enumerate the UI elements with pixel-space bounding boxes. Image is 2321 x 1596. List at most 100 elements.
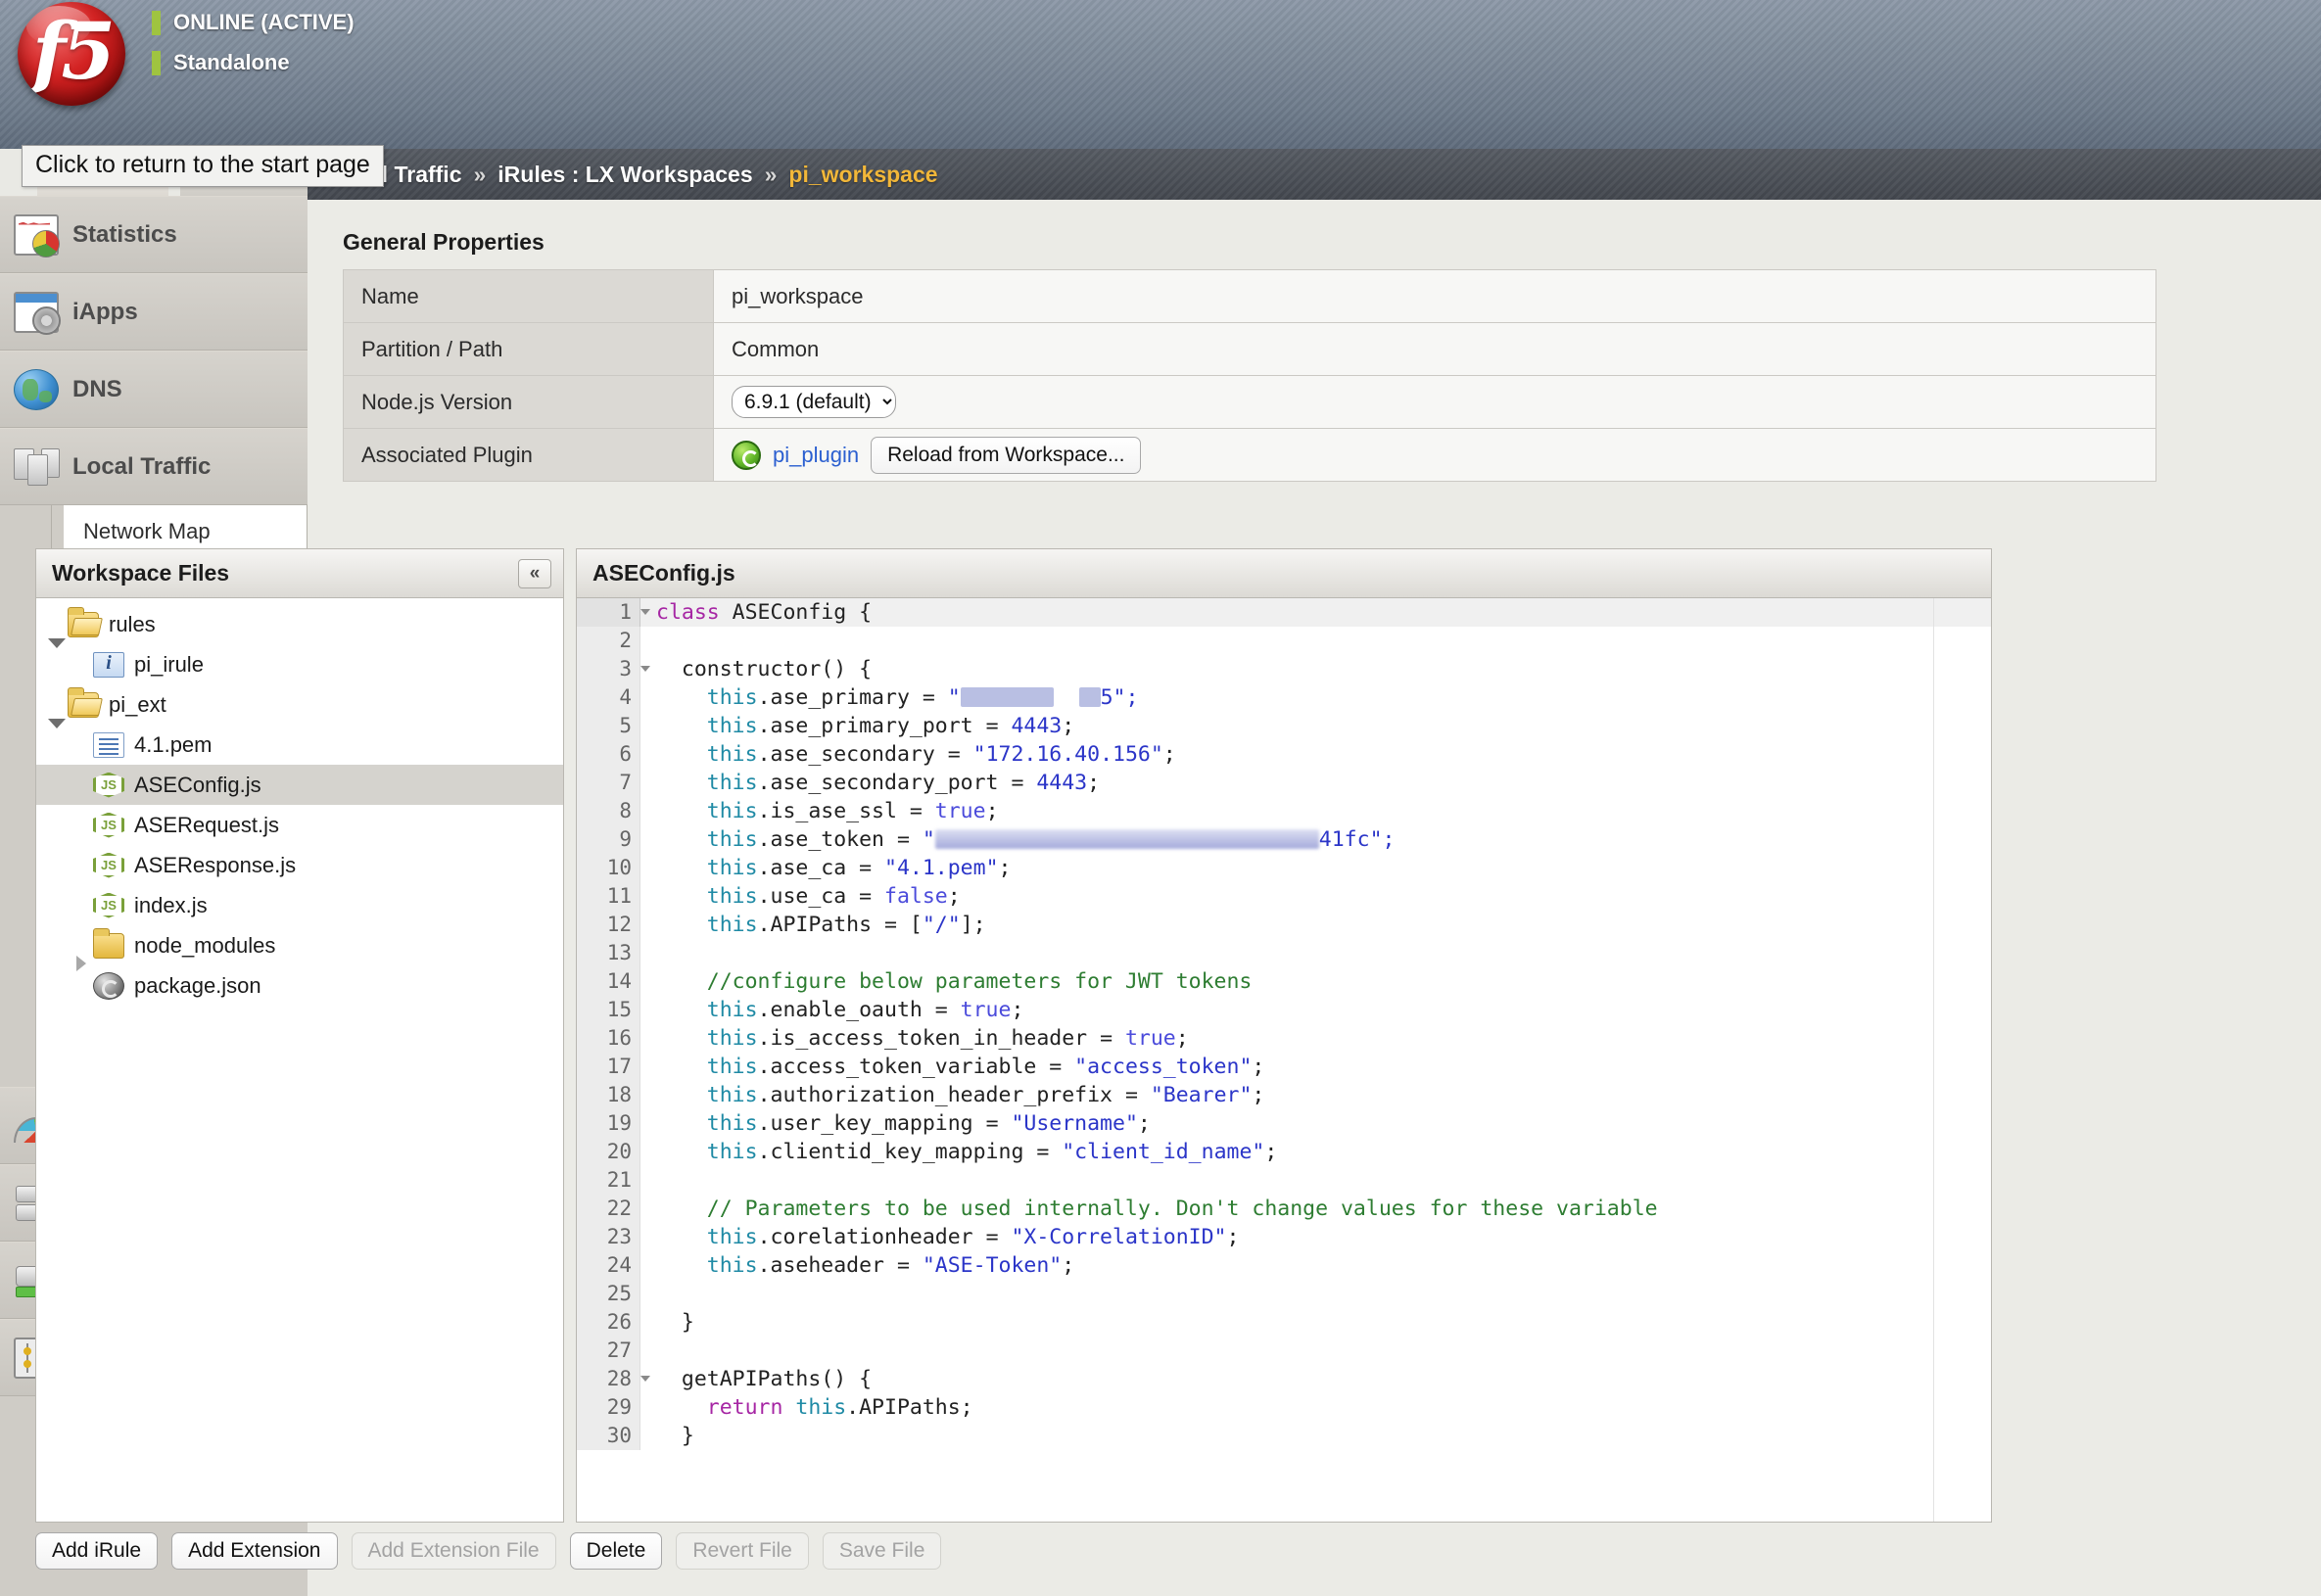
code-token: "172.16.40.156" <box>973 742 1163 767</box>
code-token: this <box>707 1055 758 1079</box>
code-token <box>656 827 707 852</box>
code-token: ; <box>1264 1140 1277 1164</box>
code-line-text: constructor() { <box>639 655 872 683</box>
code-token: this <box>795 1395 846 1420</box>
code-token <box>656 1395 707 1420</box>
code-token: .clientid_key_mapping <box>758 1140 1037 1164</box>
js-file-icon <box>93 813 124 838</box>
code-token: ; <box>986 799 999 823</box>
line-number: 3 <box>577 655 639 683</box>
code-token: " <box>948 685 961 710</box>
code-line: 17 this.access_token_variable = "access_… <box>577 1053 1991 1081</box>
node-package-icon <box>93 972 124 1000</box>
code-line: 14 //configure below parameters for JWT … <box>577 967 1991 996</box>
code-line: 2 <box>577 627 1991 655</box>
code-token <box>656 913 707 937</box>
add-irule-button[interactable]: Add iRule <box>35 1532 158 1570</box>
code-token: "client_id_name" <box>1062 1140 1264 1164</box>
tree-node[interactable]: pi_ext <box>36 684 563 725</box>
delete-button[interactable]: Delete <box>570 1532 663 1570</box>
line-number: 20 <box>577 1138 639 1166</box>
file-tree: rules pi_irule pi_ext4.1.pem ASEConfig.js AS… <box>36 598 563 1522</box>
code-line-text: } <box>639 1422 694 1450</box>
line-number: 25 <box>577 1280 639 1308</box>
tree-node-label: pi_irule <box>134 652 204 678</box>
tree-node-label: ASEConfig.js <box>134 773 261 798</box>
reload-from-workspace-button[interactable]: Reload from Workspace... <box>871 437 1141 474</box>
line-number: 27 <box>577 1337 639 1365</box>
add-extension-button[interactable]: Add Extension <box>171 1532 337 1570</box>
code-token: .ase_primary_port <box>758 714 986 738</box>
plugin-link[interactable]: pi_plugin <box>773 443 859 468</box>
code-line: 8 this.is_ase_ssl = true; <box>577 797 1991 825</box>
tree-node[interactable]: ASEResponse.js <box>36 845 563 885</box>
code-token: .enable_oauth <box>758 998 935 1022</box>
tree-node[interactable]: rules <box>36 604 563 644</box>
code-token: this <box>707 998 758 1022</box>
tree-node[interactable]: ASEConfig.js <box>36 765 563 805</box>
tree-node[interactable]: 4.1.pem <box>36 725 563 765</box>
nodejs-version-select[interactable]: 6.9.1 (default) <box>732 386 896 418</box>
sidebar-item-statistics[interactable]: Statistics <box>0 196 308 273</box>
breadcrumb-part2[interactable]: iRules : LX Workspaces <box>497 162 752 188</box>
tree-node-label: ASEResponse.js <box>134 853 296 878</box>
code-fold-icon[interactable] <box>640 666 650 672</box>
code-token: " <box>923 827 935 852</box>
code-line: 20 this.clientid_key_mapping = "client_i… <box>577 1138 1991 1166</box>
line-number: 7 <box>577 769 639 797</box>
action-button-bar: Add iRuleAdd ExtensionAdd Extension File… <box>35 1532 941 1570</box>
code-token: ; <box>1227 1225 1240 1249</box>
editor-filename: ASEConfig.js <box>592 560 735 587</box>
code-token <box>656 1225 707 1249</box>
code-token: this <box>707 742 758 767</box>
tree-node[interactable]: pi_irule <box>36 644 563 684</box>
pem-file-icon <box>93 732 124 758</box>
editor-header: ASEConfig.js <box>577 549 1991 598</box>
code-token: return <box>707 1395 796 1420</box>
collapse-panel-icon[interactable]: « <box>518 559 551 588</box>
code-line-text: } <box>639 1308 694 1337</box>
code-token: this <box>707 856 758 880</box>
sidebar-subitem-label: Network Map <box>83 519 211 543</box>
code-line: 12 this.APIPaths = ["/"]; <box>577 911 1991 939</box>
line-number: 15 <box>577 996 639 1024</box>
sidebar-item-local-traffic[interactable]: Local Traffic <box>0 428 308 505</box>
code-token: .corelationheader <box>758 1225 986 1249</box>
code-line-text: this.ase_secondary = "172.16.40.156"; <box>639 740 1176 769</box>
code-token <box>656 742 707 767</box>
code-token <box>656 1055 707 1079</box>
dns-globe-icon <box>14 369 59 410</box>
code-token <box>656 799 707 823</box>
sidebar-item-iapps[interactable]: iApps <box>0 273 308 351</box>
tree-node-label: node_modules <box>134 933 275 959</box>
code-token: ; <box>1087 771 1100 795</box>
code-fold-icon[interactable] <box>640 609 650 615</box>
code-token: 4443 <box>1011 714 1062 738</box>
code-line: 24 this.aseheader = "ASE-Token"; <box>577 1251 1991 1280</box>
code-line-text <box>639 1166 656 1195</box>
code-token: ; <box>1163 742 1176 767</box>
code-token: "Bearer" <box>1151 1083 1253 1107</box>
tree-node[interactable]: node_modules <box>36 925 563 965</box>
code-line: 16 this.is_access_token_in_header = true… <box>577 1024 1991 1053</box>
code-line-text: this.APIPaths = ["/"]; <box>639 911 986 939</box>
code-line: 1class ASEConfig { <box>577 598 1991 627</box>
code-area[interactable]: 1class ASEConfig {23 constructor() {4 th… <box>577 598 1991 1522</box>
revert-file-button: Revert File <box>676 1532 809 1570</box>
table-row-nodejs: Node.js Version 6.9.1 (default) <box>344 376 2156 429</box>
breadcrumb-separator-1: » <box>473 162 486 188</box>
code-token: = <box>1049 1055 1074 1079</box>
code-token: 4443 <box>1036 771 1087 795</box>
line-number: 4 <box>577 683 639 712</box>
code-token: true <box>935 799 986 823</box>
tree-node[interactable]: ASERequest.js <box>36 805 563 845</box>
code-fold-icon[interactable] <box>640 1376 650 1382</box>
tree-node-label: package.json <box>134 973 261 999</box>
code-line: 5 this.ase_primary_port = 4443; <box>577 712 1991 740</box>
tree-node[interactable]: index.js <box>36 885 563 925</box>
tree-node[interactable]: package.json <box>36 965 563 1006</box>
sidebar-item-dns[interactable]: DNS <box>0 351 308 428</box>
f5-logo[interactable] <box>18 2 125 106</box>
code-token: this <box>707 884 758 909</box>
code-token: .is_access_token_in_header <box>758 1026 1101 1051</box>
